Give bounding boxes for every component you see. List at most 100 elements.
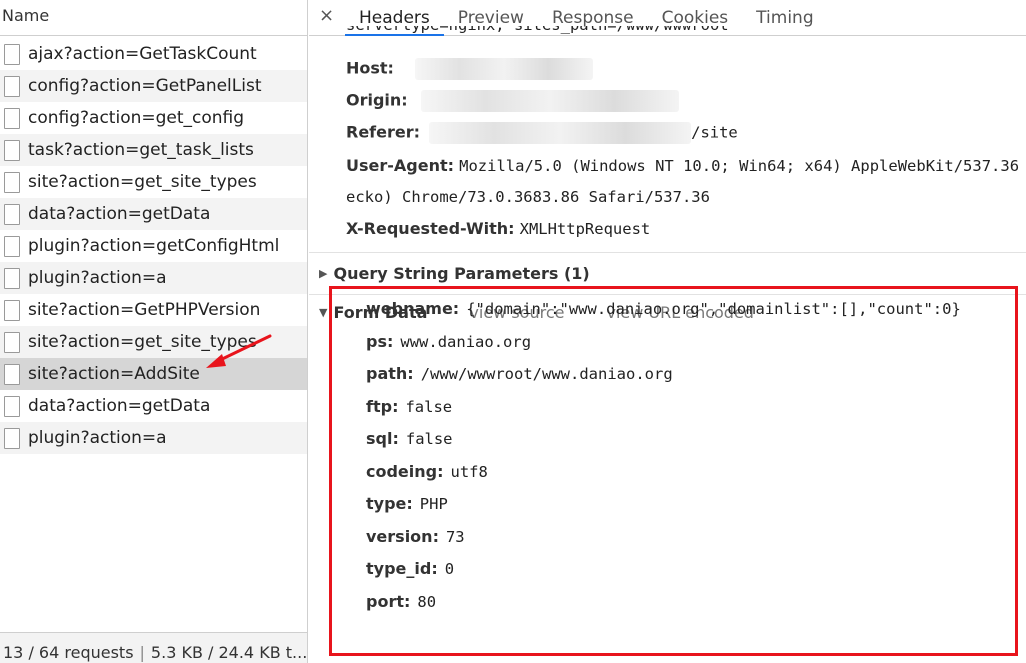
request-row[interactable]: site?action=get_site_types xyxy=(0,166,307,198)
header-user-agent: User-Agent: Mozilla/5.0 (Windows NT 10.0… xyxy=(346,156,1026,175)
form-field-value: 73 xyxy=(445,527,465,546)
form-field-row: sql: false xyxy=(366,429,453,448)
form-field-row: type: PHP xyxy=(366,494,448,513)
query-string-title: Query String Parameters (1) xyxy=(333,264,590,283)
request-row[interactable]: plugin?action=getConfigHtml xyxy=(0,230,307,262)
redacted-host xyxy=(415,58,594,80)
request-name: site?action=AddSite xyxy=(28,364,200,384)
file-icon xyxy=(4,139,20,161)
red-arrow-annotation xyxy=(206,334,272,368)
file-icon xyxy=(4,107,20,129)
form-field-value: false xyxy=(405,397,453,416)
request-name: site?action=GetPHPVersion xyxy=(28,300,261,320)
form-field-value: PHP xyxy=(419,495,448,513)
request-row[interactable]: ajax?action=GetTaskCount xyxy=(0,38,307,70)
form-field-value: /www/wwwroot/www.daniao.org xyxy=(420,365,673,383)
origin-label: Origin: xyxy=(346,90,408,110)
header-x-requested-with: X-Requested-With: XMLHttpRequest xyxy=(346,219,650,238)
form-field-key: type: xyxy=(366,494,413,513)
section-divider xyxy=(309,252,1026,253)
form-field-value: 0 xyxy=(444,560,455,578)
request-name: data?action=getData xyxy=(28,204,211,224)
user-agent-value-line2: ecko) Chrome/73.0.3683.86 Safari/537.36 xyxy=(346,188,710,206)
file-icon xyxy=(4,75,20,97)
form-field-key: sql: xyxy=(366,429,399,448)
form-field-key: codeing: xyxy=(366,461,444,481)
user-agent-value-line1: Mozilla/5.0 (Windows NT 10.0; Win64; x64… xyxy=(459,157,1026,175)
transfer-size: 5.3 KB / 24.4 KB t... xyxy=(150,643,307,662)
file-icon xyxy=(4,203,20,225)
referer-suffix: /site xyxy=(691,123,738,142)
tab-timing[interactable]: Timing xyxy=(742,8,827,35)
request-name: ajax?action=GetTaskCount xyxy=(28,44,257,64)
request-row[interactable]: task?action=get_task_lists xyxy=(0,134,307,166)
form-field-key: path: xyxy=(366,364,414,383)
request-row[interactable]: site?action=GetPHPVersion xyxy=(0,294,307,326)
x-requested-with-label: X-Requested-With: xyxy=(346,219,515,238)
form-field-row: ps: www.daniao.org xyxy=(366,332,531,351)
file-icon xyxy=(4,43,20,65)
form-field-value: utf8 xyxy=(450,462,488,481)
truncated-cookie-line: servertype=nginx; sites_path=/www/wwwroo… xyxy=(346,26,729,36)
form-field-value: 80 xyxy=(417,592,437,611)
file-icon xyxy=(4,267,20,289)
form-field-value: www.daniao.org xyxy=(400,332,532,351)
request-name: plugin?action=a xyxy=(28,268,167,288)
form-field-key: type_id: xyxy=(366,559,438,578)
file-icon xyxy=(4,395,20,417)
header-host: Host: xyxy=(346,58,594,80)
request-name: task?action=get_task_lists xyxy=(28,140,254,160)
triangle-down-icon: ▼ xyxy=(319,306,328,319)
triangle-right-icon: ▶ xyxy=(319,267,328,280)
header-user-agent-wrap: ecko) Chrome/73.0.3683.86 Safari/537.36 xyxy=(346,187,710,206)
file-icon xyxy=(4,363,20,385)
request-list: ajax?action=GetTaskCount config?action=Ge… xyxy=(0,38,307,454)
file-icon xyxy=(4,427,20,449)
form-field-key: ftp: xyxy=(366,396,399,416)
form-field-row: webname: {"domain":"www.daniao.org","doma… xyxy=(366,299,961,318)
form-field-row: codeing: utf8 xyxy=(366,462,488,481)
host-label: Host: xyxy=(346,58,394,78)
form-field-key: version: xyxy=(366,526,439,546)
redacted-origin xyxy=(420,90,679,112)
header-origin: Origin: xyxy=(346,90,679,112)
x-requested-with-value: XMLHttpRequest xyxy=(519,220,651,238)
request-name: plugin?action=a xyxy=(28,428,167,448)
request-row[interactable]: config?action=get_config xyxy=(0,102,307,134)
request-row[interactable]: plugin?action=a xyxy=(0,422,307,454)
request-row[interactable]: config?action=GetPanelList xyxy=(0,70,307,102)
form-field-value: false xyxy=(405,430,453,448)
form-field-row: type_id: 0 xyxy=(366,559,454,578)
request-name: config?action=GetPanelList xyxy=(28,76,262,96)
name-column-header[interactable]: Name xyxy=(0,0,307,36)
form-data-highlight-box: webname: {"domain":"www.daniao.org","doma… xyxy=(329,286,1018,656)
form-field-key: port: xyxy=(366,591,411,611)
close-icon[interactable]: × xyxy=(319,5,334,26)
form-field-key: webname: xyxy=(366,299,460,318)
header-referer: Referer: /site xyxy=(346,122,738,144)
query-string-section-toggle[interactable]: ▶ Query String Parameters (1) xyxy=(319,264,590,283)
form-field-row: path: /www/wwwroot/www.daniao.org xyxy=(366,364,673,383)
redacted-referer xyxy=(429,122,692,144)
user-agent-label: User-Agent: xyxy=(346,156,455,175)
request-name: site?action=get_site_types xyxy=(28,172,257,192)
file-icon xyxy=(4,235,20,257)
request-details-panel: × Headers Preview Response Cookies Timin… xyxy=(309,0,1026,663)
referer-label: Referer: xyxy=(346,122,421,142)
form-field-value: {"domain":"www.daniao.org","domainlist":… xyxy=(466,300,961,318)
file-icon xyxy=(4,331,20,353)
request-row[interactable]: data?action=getData xyxy=(0,390,307,422)
request-name: plugin?action=getConfigHtml xyxy=(28,236,280,256)
request-row[interactable]: plugin?action=a xyxy=(0,262,307,294)
request-name: config?action=get_config xyxy=(28,108,245,128)
form-field-row: port: 80 xyxy=(366,592,436,611)
request-count: 13 / 64 requests xyxy=(3,643,134,662)
request-name: data?action=getData xyxy=(28,396,211,416)
file-icon xyxy=(4,299,20,321)
status-bar: 13 / 64 requests | 5.3 KB / 24.4 KB t... xyxy=(0,632,307,663)
form-field-row: version: 73 xyxy=(366,527,465,546)
form-field-key: ps: xyxy=(366,331,394,351)
file-icon xyxy=(4,171,20,193)
request-row[interactable]: data?action=getData xyxy=(0,198,307,230)
form-field-row: ftp: false xyxy=(366,397,452,416)
